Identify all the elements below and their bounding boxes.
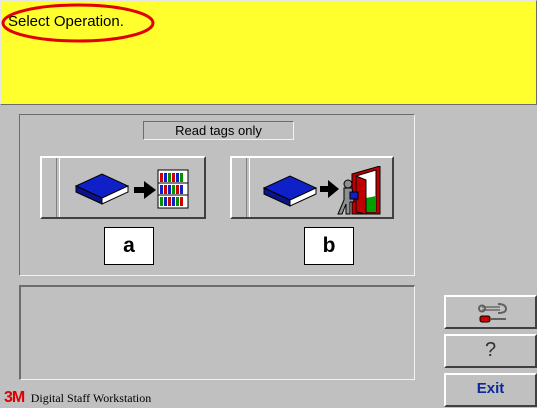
- help-button[interactable]: ?: [444, 334, 537, 368]
- book-to-door-icon: [262, 166, 381, 215]
- checkin-to-shelf-button[interactable]: [40, 156, 206, 219]
- exit-label: Exit: [476, 380, 505, 397]
- product-name: Digital Staff Workstation: [30, 390, 152, 405]
- button-grip: [246, 158, 250, 217]
- exit-button[interactable]: Exit: [444, 373, 537, 407]
- mode-label: Read tags only: [143, 121, 294, 140]
- wrench-screwdriver-icon: [478, 303, 508, 323]
- help-label: ?: [484, 339, 497, 361]
- brand-logo: 3M: [4, 389, 25, 406]
- button-grip: [56, 158, 60, 217]
- option-label-a: a: [104, 227, 154, 265]
- message-area: Select Operation.: [0, 0, 537, 105]
- tools-button[interactable]: [444, 295, 537, 329]
- brand-footer: 3M Digital Staff Workstation: [4, 389, 151, 407]
- option-label-b: b: [304, 227, 354, 265]
- info-panel: [19, 285, 415, 380]
- book-to-shelf-icon: [74, 169, 189, 209]
- checkout-to-exit-button[interactable]: [230, 156, 394, 219]
- status-message: Select Operation.: [8, 13, 124, 30]
